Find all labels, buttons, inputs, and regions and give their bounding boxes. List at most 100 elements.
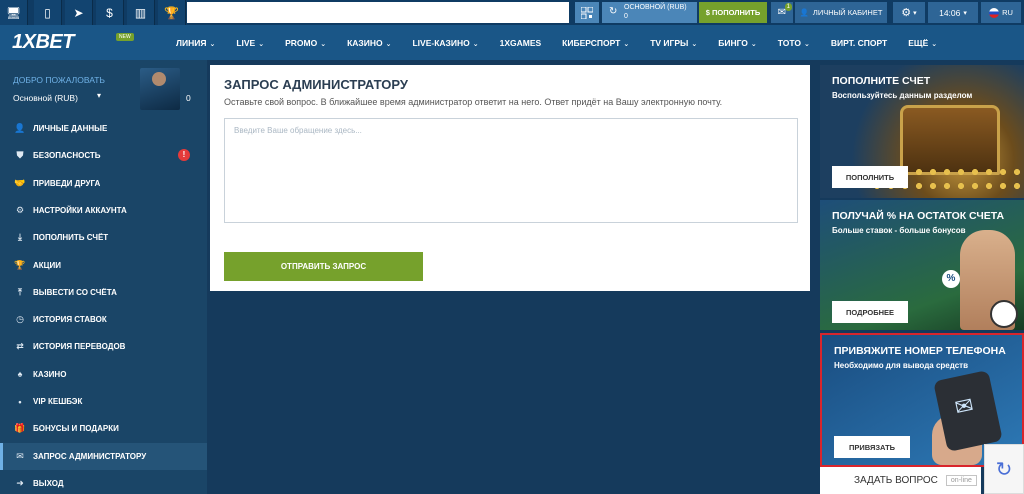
- refresh-icon[interactable]: ↻: [609, 7, 617, 17]
- new-badge: NEW: [116, 33, 134, 41]
- gears-icon: ⚙: [15, 204, 25, 215]
- settings-gear-icon[interactable]: ⚙ ▾: [893, 2, 925, 23]
- nav-item-label: ЕЩЁ: [908, 37, 929, 48]
- mobile-icon[interactable]: ▯: [34, 0, 62, 25]
- banner-details-button[interactable]: ПОДРОБНЕЕ: [832, 301, 908, 323]
- nav-items: ЛИНИЯ ⌄ LIVE ⌄ PROMO ⌄ КАЗИНО ⌄ LIVE-КАЗИНО ⌄ 1XGA…: [176, 25, 958, 60]
- upload-icon: ⤒: [18, 286, 22, 297]
- banner-bind-button[interactable]: ПРИВЯЗАТЬ: [834, 436, 910, 458]
- sidebar-item-label: ЗАПРОС АДМИНИСТРАТОРУ: [33, 451, 147, 461]
- qr-code-icon[interactable]: [575, 2, 599, 23]
- banner-deposit[interactable]: ПОПОЛНИТЕ СЧЕТ Воспользуйтесь данным раз…: [820, 65, 1024, 198]
- welcome-label: ДОБРО ПОЖАЛОВАТЬ: [13, 75, 105, 85]
- mail-count-badge: 1: [784, 3, 792, 11]
- request-textarea[interactable]: [224, 118, 798, 223]
- dollar-icon[interactable]: $: [96, 0, 124, 25]
- nav-item-11[interactable]: ЕЩЁ ⌄: [908, 38, 937, 48]
- personal-cabinet-label: ЛИЧНЫЙ КАБИНЕТ: [812, 8, 883, 17]
- nav-item-label: КИБЕРСПОРТ: [562, 37, 621, 48]
- sidebar-header: ДОБРО ПОЖАЛОВАТЬ Основной (RUB) ▾ 0: [0, 60, 207, 112]
- top-bar: 🖥 ▯ ➤ $ ▥ 🏆 ↻ ОСНОВНОЙ (RUB) 0 $ ПОПОЛНИ…: [0, 0, 1024, 25]
- language-selector[interactable]: RU: [981, 2, 1021, 23]
- mail-icon[interactable]: ✉ 1: [771, 2, 793, 23]
- sidebar-item-12[interactable]: ✉ ЗАПРОС АДМИНИСТРАТОРУ: [0, 442, 207, 470]
- account-dropdown-icon[interactable]: ▾: [97, 91, 101, 100]
- banner-subtitle: Больше ставок - больше бонусов: [832, 226, 966, 235]
- ask-question-widget[interactable]: ЗАДАТЬ ВОПРОС on-line: [820, 467, 981, 494]
- nav-item-7[interactable]: TV ИГРЫ ⌄: [650, 38, 697, 48]
- trophy-icon[interactable]: 🏆: [158, 0, 186, 25]
- user-icon: 👤: [799, 8, 809, 17]
- sidebar-item-2[interactable]: 🤝 ПРИВЕДИ ДРУГА: [0, 170, 207, 197]
- nav-item-6[interactable]: КИБЕРСПОРТ ⌄: [562, 38, 629, 48]
- banner-subtitle: Необходимо для вывода средств: [834, 361, 968, 370]
- exit-icon: ➜: [16, 477, 24, 488]
- chart-icon[interactable]: ▥: [127, 0, 155, 25]
- chevron-down-icon: ⌄: [385, 40, 392, 48]
- send-request-button[interactable]: ОТПРАВИТЬ ЗАПРОС: [224, 252, 423, 281]
- sidebar-item-7[interactable]: ◷ ИСТОРИЯ СТАВОК: [0, 306, 207, 333]
- sidebar-balance: 0: [186, 93, 191, 103]
- nav-item-0[interactable]: ЛИНИЯ ⌄: [176, 38, 215, 48]
- nav-item-label: ЛИНИЯ: [176, 37, 207, 48]
- nav-item-9[interactable]: ТОТО ⌄: [778, 38, 810, 48]
- sidebar-item-label: ПРИВЕДИ ДРУГА: [33, 178, 101, 188]
- nav-item-1[interactable]: LIVE ⌄: [236, 38, 264, 48]
- page-description: Оставьте свой вопрос. В ближайшее время …: [224, 97, 723, 107]
- security-alert-icon: !: [178, 149, 190, 162]
- account-balance[interactable]: ↻ ОСНОВНОЙ (RUB) 0: [602, 2, 697, 23]
- nav-item-8[interactable]: БИНГО ⌄: [718, 38, 757, 48]
- sidebar-item-3[interactable]: ⚙ НАСТРОЙКИ АККАУНТА: [0, 197, 207, 224]
- banner-interest[interactable]: % ПОЛУЧАЙ % НА ОСТАТОК СЧЕТА Больше став…: [820, 200, 1024, 330]
- banner-title: ПРИВЯЖИТЕ НОМЕР ТЕЛЕФОНА: [834, 345, 1006, 357]
- sidebar-account-label[interactable]: Основной (RUB): [13, 93, 78, 103]
- banner-deposit-button[interactable]: ПОПОЛНИТЬ: [832, 166, 908, 188]
- sidebar-item-label: ПОПОЛНИТЬ СЧЁТ: [33, 233, 109, 243]
- page-title: ЗАПРОС АДМИНИСТРАТОРУ: [224, 77, 408, 92]
- sidebar-item-label: VIP КЕШБЭК: [33, 397, 83, 406]
- nav-item-label: БИНГО: [718, 37, 748, 48]
- ask-question-label: ЗАДАТЬ ВОПРОС: [854, 475, 938, 486]
- download-icon: ⤓: [18, 232, 22, 243]
- sidebar-item-label: ЛИЧНЫЕ ДАННЫЕ: [33, 124, 108, 133]
- sidebar-item-11[interactable]: 🎁 БОНУСЫ И ПОДАРКИ: [0, 415, 207, 442]
- telegram-icon[interactable]: ➤: [65, 0, 93, 25]
- main-nav: 1XBET NEW ЛИНИЯ ⌄ LIVE ⌄ PROMO ⌄ КАЗИНО ⌄ LIVE-К…: [0, 25, 1024, 60]
- chevron-down-icon: ⌄: [691, 40, 698, 48]
- logo[interactable]: 1XBET: [12, 31, 74, 54]
- sidebar-item-label: ВЫВЕСТИ СО СЧЁТА: [33, 287, 117, 297]
- chevron-down-icon: ⌄: [320, 40, 327, 48]
- account-balance-value: 0: [624, 13, 628, 20]
- sidebar-item-1[interactable]: ⛊ БЕЗОПАСНОСТЬ!: [0, 142, 207, 169]
- sidebar-item-13[interactable]: ➜ ВЫХОД: [0, 470, 207, 494]
- chevron-down-icon: ⌄: [750, 40, 757, 48]
- nav-item-label: КАЗИНО: [347, 37, 383, 48]
- user-edit-icon: 👤: [14, 123, 26, 133]
- nav-item-label: 1XGAMES: [499, 37, 542, 48]
- nav-item-3[interactable]: КАЗИНО ⌄: [347, 38, 391, 48]
- sidebar-item-8[interactable]: ⇄ ИСТОРИЯ ПЕРЕВОДОВ: [0, 333, 207, 360]
- sidebar-item-4[interactable]: ⤓ ПОПОЛНИТЬ СЧЁТ: [0, 224, 207, 251]
- sidebar-item-label: БОНУСЫ И ПОДАРКИ: [33, 424, 119, 434]
- nav-item-2[interactable]: PROMO ⌄: [285, 38, 326, 48]
- nav-item-10[interactable]: ВИРТ. СПОРТ: [831, 38, 887, 48]
- nav-item-5[interactable]: 1XGAMES: [500, 38, 542, 48]
- sidebar-item-6[interactable]: ⤒ ВЫВЕСТИ СО СЧЁТА: [0, 279, 207, 306]
- desktop-icon[interactable]: 🖥: [0, 0, 28, 25]
- deposit-button[interactable]: $ ПОПОЛНИТЬ: [699, 2, 767, 23]
- sidebar-item-5[interactable]: 🏆 АКЦИИ: [0, 252, 207, 279]
- language-value: RU: [1002, 8, 1013, 17]
- sidebar-item-9[interactable]: ♠ КАЗИНО: [0, 361, 207, 388]
- chevron-down-icon: ⌄: [623, 40, 630, 48]
- time-selector[interactable]: 14:06 ▾: [928, 2, 978, 23]
- banner-subtitle: Воспользуйтесь данным разделом: [832, 91, 973, 100]
- sidebar-item-label: ВЫХОД: [33, 478, 64, 488]
- sidebar-item-0[interactable]: 👤 ЛИЧНЫЕ ДАННЫЕ: [0, 115, 207, 142]
- sidebar: ДОБРО ПОЖАЛОВАТЬ Основной (RUB) ▾ 0 👤 ЛИЧ…: [0, 60, 207, 494]
- personal-cabinet-button[interactable]: 👤 ЛИЧНЫЙ КАБИНЕТ: [795, 2, 887, 23]
- shield-icon: ⛊: [16, 150, 24, 161]
- dot-icon: •: [18, 396, 22, 407]
- nav-item-4[interactable]: LIVE-КАЗИНО ⌄: [412, 38, 478, 48]
- chevron-down-icon: ⌄: [931, 40, 938, 48]
- sidebar-item-10[interactable]: • VIP КЕШБЭК: [0, 388, 207, 415]
